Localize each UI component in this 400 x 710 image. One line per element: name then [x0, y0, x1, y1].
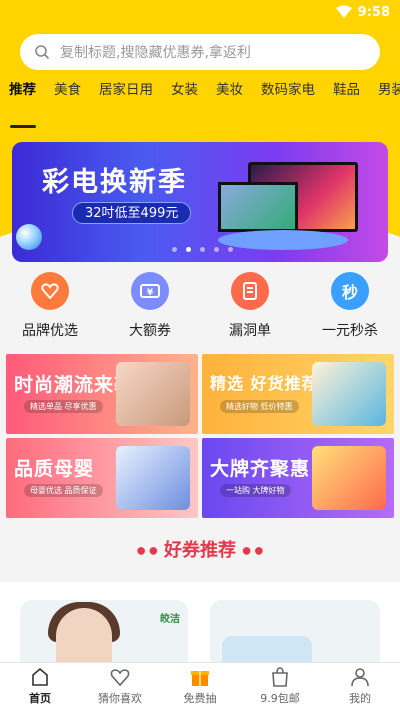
nav-shipping[interactable]: 9.9包邮 — [240, 663, 320, 710]
heart-badge-icon — [31, 272, 69, 310]
promo-caption: 精选好物 低价特惠 — [220, 400, 299, 413]
quick-link-flash-sale[interactable]: 秒 一元秒杀 — [305, 272, 395, 348]
tab-digital[interactable]: 数码家电 — [252, 80, 324, 130]
coupon-icon: ¥ — [131, 272, 169, 310]
quick-link-brand[interactable]: 品牌优选 — [5, 272, 95, 348]
nav-label: 猜你喜欢 — [98, 692, 142, 705]
quick-link-label: 一元秒杀 — [322, 323, 378, 339]
search-input[interactable]: 复制标题,搜隐藏优惠券,拿返利 — [20, 34, 380, 70]
quick-link-label: 漏洞单 — [229, 323, 271, 339]
active-tab-indicator — [10, 125, 36, 128]
promo-grid: 时尚潮流来袭 精选单品 尽享优惠 精选 好货推荐 精选好物 低价特惠 品质母婴 … — [6, 354, 394, 520]
baby-products-image — [116, 446, 190, 510]
bookmark-icon — [231, 272, 269, 310]
svg-text:¥: ¥ — [147, 288, 154, 298]
nav-profile[interactable]: 我的 — [320, 663, 400, 710]
nav-guess[interactable]: 猜你喜欢 — [80, 663, 160, 710]
sphere-decoration — [16, 224, 42, 250]
goods-products-image — [312, 362, 386, 426]
wifi-icon — [335, 5, 352, 18]
carousel-dot[interactable] — [214, 247, 219, 252]
promo-goods[interactable]: 精选 好货推荐 精选好物 低价特惠 — [202, 354, 394, 434]
banner-headline: 彩电换新季 — [42, 167, 187, 198]
flash-sale-glyph: 秒 — [341, 283, 358, 302]
carousel-dot[interactable] — [228, 247, 233, 252]
carousel-dot[interactable] — [172, 247, 177, 252]
carousel-dot[interactable] — [200, 247, 205, 252]
nav-label: 9.9包邮 — [260, 692, 300, 705]
search-placeholder: 复制标题,搜隐藏优惠券,拿返利 — [60, 45, 251, 61]
tab-women[interactable]: 女装 — [162, 80, 207, 130]
user-icon — [351, 668, 369, 687]
nav-label: 我的 — [349, 692, 371, 705]
promo-title: 精选 好货推荐 — [210, 374, 319, 393]
quick-link-coupon[interactable]: ¥ 大额券 — [105, 272, 195, 348]
home-icon — [32, 667, 48, 686]
promo-caption: 精选单品 尽享优惠 — [24, 400, 103, 413]
tab-shoes[interactable]: 鞋品 — [324, 80, 369, 130]
tab-men[interactable]: 男装 — [369, 80, 400, 130]
promo-banner[interactable]: 彩电换新季 32吋低至499元 — [12, 142, 388, 262]
section-title-text: 好券推荐 — [164, 540, 236, 561]
tab-food[interactable]: 美食 — [45, 80, 90, 130]
nav-label: 首页 — [29, 692, 51, 705]
promo-title: 大牌齐聚惠 — [210, 458, 311, 480]
stage-decoration — [218, 230, 348, 250]
promo-brands[interactable]: 大牌齐聚惠 一站购 大牌好物 — [202, 438, 394, 518]
fashion-products-image — [116, 362, 190, 426]
gift-icon — [191, 671, 209, 686]
category-tabs: 推荐 美食 居家日用 女装 美妆 数码家电 鞋品 男装 — [0, 80, 400, 130]
status-time: 9:58 — [357, 4, 390, 20]
decor-dots-left: ● ● — [136, 545, 158, 557]
tab-recommend[interactable]: 推荐 — [0, 80, 45, 130]
promo-caption: 一站购 大牌好物 — [220, 484, 291, 497]
banner-subline: 32吋低至499元 — [72, 202, 192, 224]
brand-logo: 皎洁 — [160, 614, 180, 625]
quick-link-label: 品牌优选 — [22, 323, 78, 339]
search-icon — [35, 45, 50, 60]
promo-fashion[interactable]: 时尚潮流来袭 精选单品 尽享优惠 — [6, 354, 198, 434]
status-bar: 9:58 — [0, 0, 400, 24]
carousel-dots — [172, 247, 233, 252]
nav-label: 免费抽 — [183, 692, 217, 705]
tab-beauty[interactable]: 美妆 — [207, 80, 252, 130]
flash-sale-icon: 秒 — [331, 272, 369, 310]
heart-icon — [110, 669, 130, 687]
carousel-dot[interactable] — [186, 247, 191, 252]
tv-image-small — [218, 182, 298, 232]
promo-title: 品质母婴 — [14, 458, 95, 480]
quick-link-loophole[interactable]: 漏洞单 — [205, 272, 295, 348]
tab-home[interactable]: 居家日用 — [90, 80, 162, 130]
brand-products-image — [312, 446, 386, 510]
quick-link-label: 大额券 — [129, 323, 171, 339]
promo-caption: 母婴优选 品质保证 — [24, 484, 103, 497]
decor-dots-right: ● ● — [242, 545, 264, 557]
shopping-bag-icon — [272, 667, 288, 687]
quick-links: 品牌优选 ¥ 大额券 漏洞单 秒 一元秒杀 — [0, 272, 400, 348]
promo-baby[interactable]: 品质母婴 母婴优选 品质保证 — [6, 438, 198, 518]
section-heading: ● ● 好券推荐 ● ● — [0, 536, 400, 562]
bottom-nav: 首页 猜你喜欢 免费抽 9.9包邮 我的 — [0, 662, 400, 710]
nav-home[interactable]: 首页 — [0, 663, 80, 710]
nav-free-draw[interactable]: 免费抽 — [160, 663, 240, 710]
coupon-cards: 皎洁 — [0, 582, 400, 680]
